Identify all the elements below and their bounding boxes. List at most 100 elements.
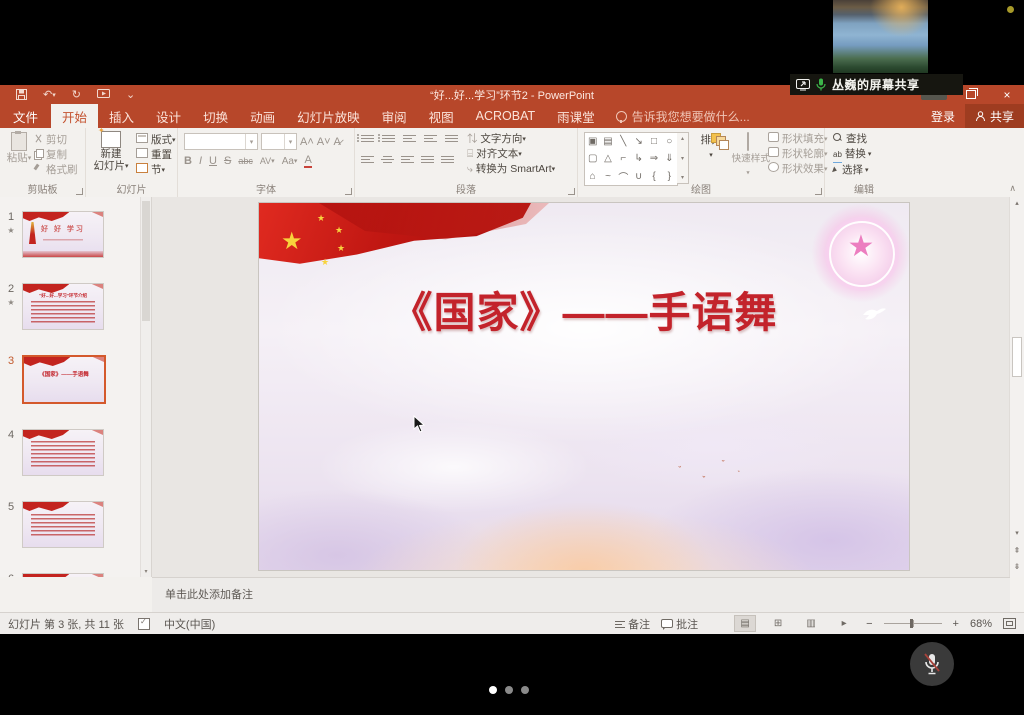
tab-insert[interactable]: 插入 [98,104,145,128]
slide-title-text[interactable]: 《国家》——手语舞 [259,279,909,340]
pager-dot[interactable] [521,686,529,694]
zoom-out-button[interactable]: − [866,618,872,630]
tab-animations[interactable]: 动画 [239,104,286,128]
notes-pane[interactable]: 单击此处添加备注 [152,577,1010,613]
paste-button[interactable]: 粘贴▾ [6,132,32,166]
font-size-combo[interactable]: ▾ [261,133,297,150]
slideshow-view-button[interactable]: ▸ [833,615,855,632]
collapse-ribbon-icon[interactable]: ∧ [1009,183,1016,194]
zoom-in-button[interactable]: + [953,618,959,630]
decrease-indent-button[interactable] [403,134,416,144]
shape-line-icon[interactable]: ╲ [620,136,626,147]
zoom-level[interactable]: 68% [970,618,992,630]
notes-toggle-button[interactable]: 备注 [615,616,650,632]
line-spacing-button[interactable] [445,134,458,144]
increase-font-size-button[interactable]: A˄ [300,136,314,148]
format-painter-button[interactable]: 格式刷 [34,163,78,178]
pager-dot-active[interactable] [489,686,497,694]
new-slide-button[interactable]: 新建 幻灯片▾ [92,131,130,173]
section-button[interactable]: 节▾ [136,163,176,178]
shape-effects-button[interactable]: 形状效果▾ [768,162,828,177]
layout-button[interactable]: 版式▾ [136,133,176,148]
gallery-more-icon[interactable]: ▾ [681,174,684,181]
shape-rounded-rectangle-icon[interactable]: ▢ [588,153,597,164]
convert-smartart-button[interactable]: ⤷ 转换为 SmartArt▾ [467,162,555,177]
increase-indent-button[interactable] [424,134,437,144]
justify-button[interactable] [421,155,434,165]
thumbnail-scrollbar[interactable]: ▾ [140,197,151,577]
shape-arrow-icon[interactable]: ↘ [634,136,642,147]
italic-button[interactable]: I [199,155,202,167]
reading-view-button[interactable]: ▥ [800,615,822,632]
tab-review[interactable]: 审阅 [371,104,418,128]
shape-outline-button[interactable]: 形状轮廓▾ [768,147,828,162]
paragraph-dialog-launcher[interactable] [568,188,575,195]
screen-share-banner[interactable]: 丛巍的屏幕共享 [790,74,963,95]
select-button[interactable]: 选择 ▾ [833,163,871,178]
scroll-up-icon[interactable]: ▴ [1010,199,1024,207]
decrease-font-size-button[interactable]: A˅ [317,136,331,148]
clear-formatting-button[interactable]: A̷ [334,136,341,148]
scrollbar-thumb[interactable] [142,201,150,321]
pager-dot[interactable] [505,686,513,694]
align-left-button[interactable] [361,155,374,165]
tab-design[interactable]: 设计 [145,104,192,128]
tab-home[interactable]: 开始 [51,104,98,128]
reset-button[interactable]: 重置 [136,148,176,163]
character-spacing-button[interactable]: AV▾ [260,156,275,166]
scroll-down-icon[interactable]: ▾ [141,568,151,575]
tab-acrobat[interactable]: ACROBAT [465,104,547,128]
underline-button[interactable]: U [209,155,217,167]
gallery-up-icon[interactable]: ▴ [681,135,684,142]
tab-transitions[interactable]: 切换 [192,104,239,128]
bold-button[interactable]: B [184,155,192,167]
shape-right-arrow-icon[interactable]: ⇒ [650,153,658,164]
drawing-dialog-launcher[interactable] [815,188,822,195]
notes-placeholder[interactable]: 单击此处添加备注 [152,578,1010,602]
font-dialog-launcher[interactable] [345,188,352,195]
quick-styles-button[interactable]: 快速样式▾ [730,133,766,181]
thumbnail-slide-3-selected[interactable]: 3 《国家》——手语舞 [0,355,151,404]
slide-canvas[interactable]: ★ ★ ★ ★ ★ ★ 《国家》——手语舞 ˇ ˇ ˇ ˇ [259,203,909,570]
replace-button[interactable]: ab替换 ▾ [833,147,871,163]
strikethrough-button[interactable]: abc [238,156,253,166]
copy-button[interactable]: 复制 [34,148,78,163]
tell-me-box[interactable]: 告诉我您想要做什么... [606,104,750,128]
font-color-button[interactable]: A [304,154,311,168]
close-window-button[interactable]: × [992,85,1022,104]
next-slide-icon[interactable]: ⇟ [1010,562,1024,571]
shape-fill-button[interactable]: 形状填充▾ [768,132,828,147]
shape-textbox-icon[interactable]: ▣ [588,136,597,147]
mute-microphone-button[interactable] [910,642,954,686]
participant-video-thumbnail[interactable] [833,0,928,73]
share-toolbar-handle[interactable] [921,95,947,100]
tab-slideshow[interactable]: 幻灯片放映 [286,104,371,128]
text-direction-button[interactable]: ⇅ 文字方向▾ [467,132,555,147]
change-case-button[interactable]: Aa▾ [282,156,298,167]
find-button[interactable]: 查找 [833,132,871,147]
tab-rain-classroom[interactable]: 雨课堂 [546,104,606,128]
scroll-down-icon[interactable]: ▾ [1010,529,1024,537]
slide-area-scrollbar[interactable]: ▴ ▾ ⇞ ⇟ [1009,197,1024,577]
share-button[interactable]: 共享 [965,104,1024,128]
gallery-down-icon[interactable]: ▾ [681,155,684,162]
columns-button[interactable] [441,155,454,165]
shape-vertical-textbox-icon[interactable]: ▤ [603,136,612,147]
thumbnail-slide-2[interactable]: 2★ “好...好...学习”环节介绍 [0,283,151,330]
tab-file[interactable]: 文件 [0,104,51,128]
align-center-button[interactable] [381,155,394,165]
tab-view[interactable]: 视图 [418,104,465,128]
shape-gallery[interactable]: ▣ ▤ ╲ ↘ □ ○ ▢ △ ⌐ ↳ ⇒ ⇓ ⌂ ~ ⌒ ∪ { [584,132,678,186]
text-shadow-button[interactable]: S [224,155,231,167]
numbering-button[interactable] [382,134,395,144]
shape-elbow-connector-icon[interactable]: ⌐ [620,153,626,164]
language-indicator[interactable]: 中文(中国) [164,616,215,632]
shape-gallery-scrollbar[interactable]: ▴ ▾ ▾ [677,132,689,184]
bullets-button[interactable] [361,134,374,144]
arrange-button[interactable]: 排列▾ [694,133,728,163]
zoom-slider[interactable] [884,623,942,624]
spell-check-icon[interactable] [138,618,150,630]
fit-slide-to-window-icon[interactable] [1003,618,1016,629]
zoom-slider-thumb[interactable] [910,619,913,628]
shape-oval-icon[interactable]: ○ [666,136,672,147]
